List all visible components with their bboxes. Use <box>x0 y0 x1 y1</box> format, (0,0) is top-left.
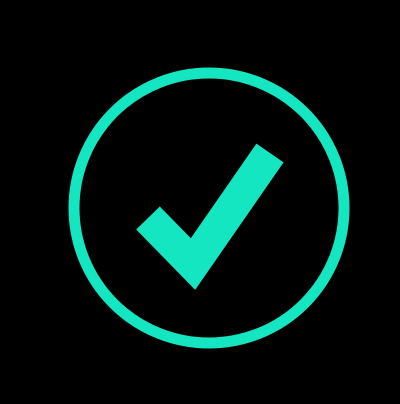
success-badge <box>0 0 400 404</box>
success-screen <box>0 0 400 404</box>
check-circle-icon <box>68 67 350 349</box>
icon-ring <box>68 67 350 349</box>
checkmark-icon <box>136 143 284 290</box>
